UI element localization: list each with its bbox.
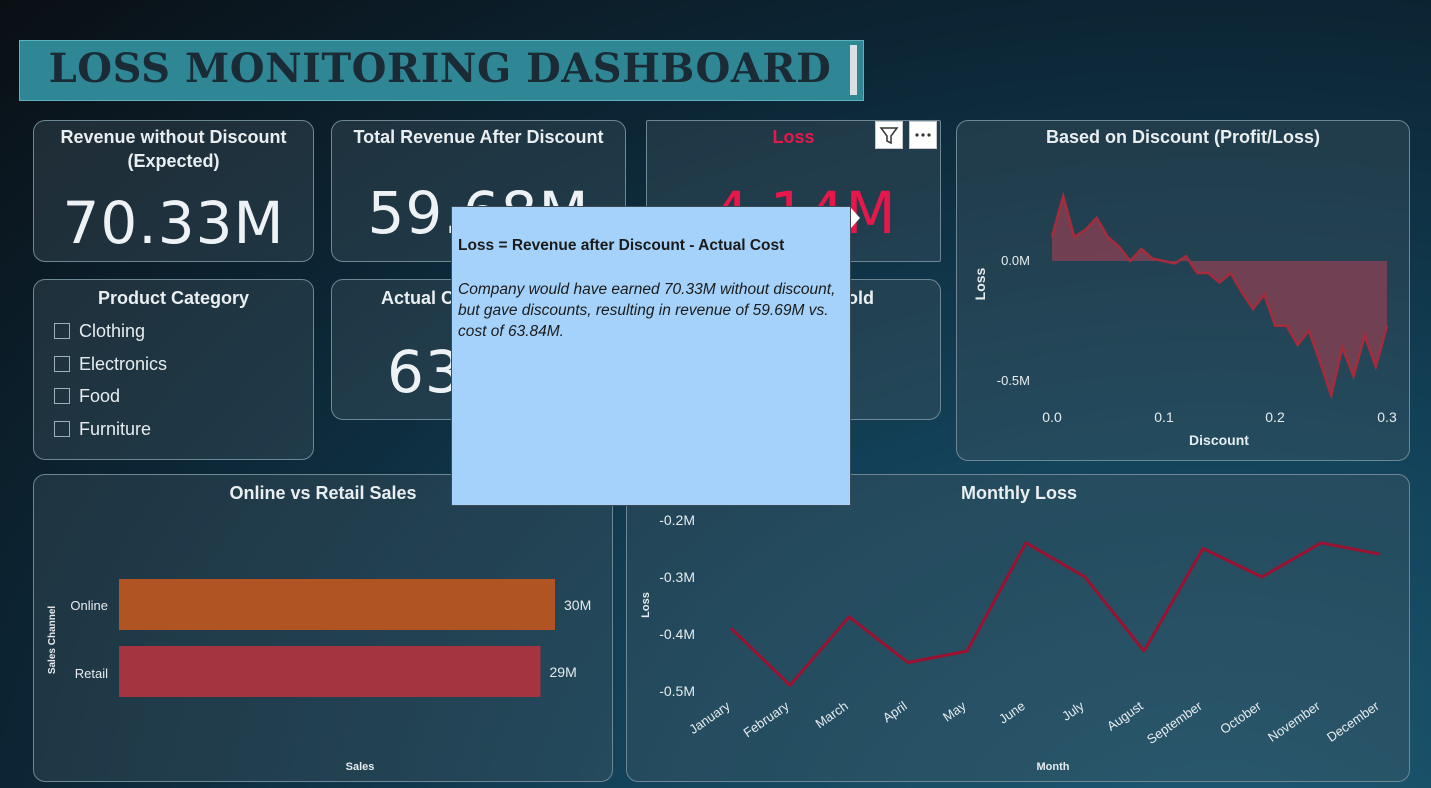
filter-icon[interactable]	[875, 121, 903, 149]
month-label: May	[940, 698, 969, 725]
x-tick-label: 0.2	[1265, 409, 1285, 425]
chart-discount-svg: 0.0M -0.5M 0.0 0.1 0.2 0.3 Discount Loss	[972, 191, 1397, 448]
bar-value-label: 29M	[550, 664, 577, 680]
dashboard-banner: LOSS MONITORING DASHBOARD	[19, 40, 864, 101]
month-label: March	[813, 698, 851, 731]
slicer-item-label: Clothing	[79, 321, 146, 341]
y-tick-label: -0.5M	[997, 373, 1030, 388]
month-label: November	[1265, 698, 1323, 745]
x-tick-label: 0.3	[1377, 409, 1397, 425]
chart-monthly-card[interactable]: Monthly Loss -0.2M -0.3M -0.4M -0.5M Jan…	[626, 474, 1410, 782]
y-axis-label: Loss	[640, 592, 652, 618]
y-tick-label: 0.0M	[1001, 253, 1030, 268]
y-axis-label: Loss	[972, 267, 988, 300]
slicer-item-electronics[interactable]: Electronics	[54, 354, 167, 375]
month-label: September	[1144, 698, 1205, 747]
chart-channel-card[interactable]: Online vs Retail Sales 30M 29M Online Ret…	[33, 474, 613, 782]
slicer-product-category: Product Category Clothing Electronics Fo…	[33, 279, 314, 460]
monthly-loss-line	[729, 541, 1381, 687]
checkbox[interactable]	[54, 421, 70, 437]
month-label: December	[1324, 698, 1382, 745]
bar-retail[interactable]	[119, 646, 541, 697]
kpi-title-sold: old	[847, 288, 874, 308]
y-tick-label: -0.2M	[659, 512, 695, 528]
checkbox[interactable]	[54, 356, 70, 372]
kpi-title-revenue-expected: Revenue without Discount	[60, 127, 287, 147]
bar-value-label: 30M	[564, 597, 591, 613]
month-label: February	[740, 698, 792, 740]
category-label-online: Online	[70, 598, 108, 613]
month-label: July	[1059, 698, 1087, 724]
slicer-item-furniture[interactable]: Furniture	[54, 419, 151, 440]
kpi-subtitle-revenue-expected: (Expected)	[127, 151, 220, 171]
month-label: October	[1217, 698, 1264, 737]
kpi-title-actual-cost: Actual C	[381, 288, 455, 308]
chart-channel-svg: 30M 29M Online Retail Sales Sales Channel	[47, 579, 591, 773]
kpi-card-revenue-expected[interactable]: Revenue without Discount (Expected) 70.3…	[33, 120, 314, 262]
tooltip-loss: Loss = Revenue after Discount - Actual C…	[451, 206, 851, 506]
kpi-value-revenue-expected: 70.33M	[62, 189, 285, 257]
checkbox[interactable]	[54, 388, 70, 404]
slicer-item-label: Furniture	[79, 419, 152, 439]
x-axis-label: Month	[1037, 761, 1070, 773]
x-axis-label: Sales	[346, 761, 375, 773]
kpi-title-revenue-after: Total Revenue After Discount	[353, 127, 604, 147]
y-axis-label: Sales Channel	[47, 606, 58, 675]
banner-accent-bar	[850, 45, 857, 95]
month-label: June	[996, 698, 1028, 726]
slicer-item-label: Food	[79, 386, 121, 406]
chart-monthly-svg: -0.2M -0.3M -0.4M -0.5M January February M…	[640, 512, 1382, 773]
slicer-item-clothing[interactable]: Clothing	[54, 321, 145, 342]
tooltip-description: Company would have earned 70.33M without…	[458, 281, 836, 340]
bar-online[interactable]	[119, 579, 555, 630]
chart-discount-card[interactable]: Based on Discount (Profit/Loss) 0.0M -0.…	[956, 120, 1410, 461]
x-tick-label: 0.0	[1042, 409, 1062, 425]
tooltip-pointer	[851, 208, 860, 228]
y-tick-label: -0.5M	[659, 683, 695, 699]
y-tick-label: -0.3M	[659, 569, 695, 585]
dashboard-title: LOSS MONITORING DASHBOARD	[48, 45, 832, 92]
month-label: August	[1104, 698, 1146, 734]
more-options-icon[interactable]	[909, 121, 937, 149]
category-label-retail: Retail	[75, 666, 108, 681]
tooltip-formula: Loss = Revenue after Discount - Actual C…	[458, 237, 785, 254]
checkbox[interactable]	[54, 323, 70, 339]
y-tick-label: -0.4M	[659, 626, 695, 642]
month-label: April	[880, 698, 910, 725]
x-axis-label: Discount	[1189, 432, 1249, 448]
slicer-item-label: Electronics	[79, 354, 168, 374]
x-tick-label: 0.1	[1154, 409, 1174, 425]
slicer-title: Product Category	[97, 288, 250, 308]
slicer-item-food[interactable]: Food	[54, 386, 120, 407]
month-label: January	[686, 698, 733, 737]
